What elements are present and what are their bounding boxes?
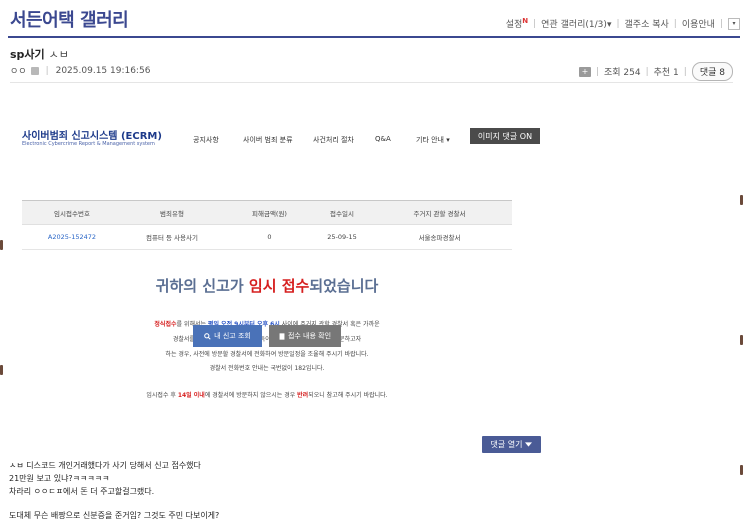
post-title: sp사기 ㅅㅂ	[10, 48, 69, 61]
ecrm-cell: 25-09-15	[327, 233, 357, 241]
post-body-line: 21만원 보고 있냐?ㅋㅋㅋㅋㅋ	[9, 474, 110, 483]
search-icon	[204, 332, 211, 340]
post-body-line: 차라리 ㅇㅇㄷㅍ에서 돈 더 주고할걸그랬다.	[9, 487, 155, 496]
image-comment-on-button[interactable]: 이미지 댓글 ON	[470, 128, 540, 144]
comment-open-button[interactable]: 댓글 열기	[482, 436, 541, 453]
ecrm-cell: 0	[267, 233, 272, 241]
post-divider	[10, 82, 733, 83]
ecrm-cell: A2025-152472	[47, 233, 97, 241]
ecrm-text-line: 임시접수 후 14일 이내에 경찰서에 방문하지 않으시는 경우 반려되오니 참…	[146, 392, 388, 399]
ecrm-col-header: 피해금액(원)	[252, 209, 287, 218]
top-links: 설정N | 연관 갤러리(1/3)▾ | 갤주소 복사 | 이용안내 | ▾	[506, 17, 740, 30]
ecrm-table-header: 임시접수번호 범죄유형 피해금액(원) 접수일시 주거지 관할 경찰서	[22, 200, 512, 225]
ecrm-cell: 컴퓨터 등 사용사기	[146, 234, 198, 242]
ecrm-nav-item: 사건처리 절차	[313, 136, 354, 144]
ecrm-table: 임시접수번호 범죄유형 피해금액(원) 접수일시 주거지 관할 경찰서 A202…	[22, 200, 512, 250]
view-count: 조회 254	[603, 68, 641, 78]
edge-artifact	[0, 365, 3, 375]
post-body-line: ㅅㅂ 디스코드 개인거래했다가 사기 당해서 신고 접수했다	[9, 461, 201, 470]
new-badge: N	[522, 17, 529, 25]
post-date: 2025.09.15 19:16:56	[55, 65, 151, 76]
ecrm-text-line: 하는 경우, 사전에 방문할 경찰서에 전화하여 방문일정을 조율해 주시기 바…	[165, 351, 369, 358]
recommend-count: 추천 1	[653, 68, 679, 78]
related-gallery-link[interactable]: 연관 갤러리(1/3)▾	[541, 17, 611, 30]
ecrm-screenshot-image: 사이버범죄 신고시스템 (ECRM) Electronic Cybercrime…	[0, 100, 743, 460]
ecrm-logo-subtitle: Electronic Cybercrime Report & Managemen…	[22, 141, 155, 147]
ecrm-headline: 귀하의 신고가 임시 접수되었습니다	[155, 277, 379, 295]
caret-down-icon	[525, 442, 533, 447]
ecrm-nav-item: 공지사항	[193, 136, 219, 144]
check-report-button: 내 신고 조회	[193, 325, 262, 347]
ecrm-col-header: 임시접수번호	[54, 209, 90, 218]
ecrm-text-line: 경찰서를 방문해 주시기 바라며, 부득이 일과시간 이외의 시간에 방문하고자	[172, 336, 362, 343]
post-stats: + | 조회 254 | 추천 1 | 댓글 8	[578, 62, 733, 81]
post-body-line: 도대체 무슨 배짱으로 신분증을 준거임? 그것도 주민 다보이게?	[9, 511, 220, 520]
post-meta: ㅇㅇ | 2025.09.15 19:16:56	[10, 64, 151, 78]
ecrm-col-header: 주거지 관할 경찰서	[413, 209, 466, 218]
chevron-down-icon[interactable]: ▾	[728, 17, 740, 30]
ecrm-col-header: 접수일시	[330, 209, 354, 218]
author-name[interactable]: ㅇㅇ	[10, 64, 27, 77]
ecrm-nav-item: 기타 안내 ▾	[416, 136, 450, 144]
gallery-header: 서든어택 갤러리 설정N | 연관 갤러리(1/3)▾ | 갤주소 복사 | 이…	[8, 0, 740, 38]
copy-address-link[interactable]: 갤주소 복사	[625, 17, 669, 30]
edge-artifact	[0, 240, 3, 250]
document-icon	[279, 332, 285, 340]
ecrm-text-line: 경찰서 전화번호 안내는 국번없이 182입니다.	[209, 365, 325, 372]
ecrm-nav-item: Q&A	[375, 135, 391, 143]
gallery-title[interactable]: 서든어택 갤러리	[10, 6, 129, 32]
ecrm-logo: 사이버범죄 신고시스템 (ECRM)	[22, 131, 162, 142]
ecrm-nav-item: 사이버 범죄 분류	[243, 136, 293, 144]
comment-count-button[interactable]: 댓글 8	[691, 62, 733, 81]
table-row: A2025-152472 컴퓨터 등 사용사기 0 25-09-15 서울송파경…	[22, 225, 512, 250]
ecrm-text-line: 정식접수를 위해서는 평일 오전 9시부터 오후 6시 사이에 주거지 관할 경…	[154, 321, 380, 328]
folder-add-icon[interactable]: +	[578, 66, 591, 77]
settings-link[interactable]: 설정N	[506, 17, 528, 30]
help-link[interactable]: 이용안내	[682, 17, 715, 30]
view-report-button: 접수 내용 확인	[269, 325, 341, 347]
ecrm-col-header: 범죄유형	[160, 209, 184, 218]
ip-icon	[30, 66, 39, 75]
ecrm-cell: 서울송파경찰서	[418, 234, 461, 242]
